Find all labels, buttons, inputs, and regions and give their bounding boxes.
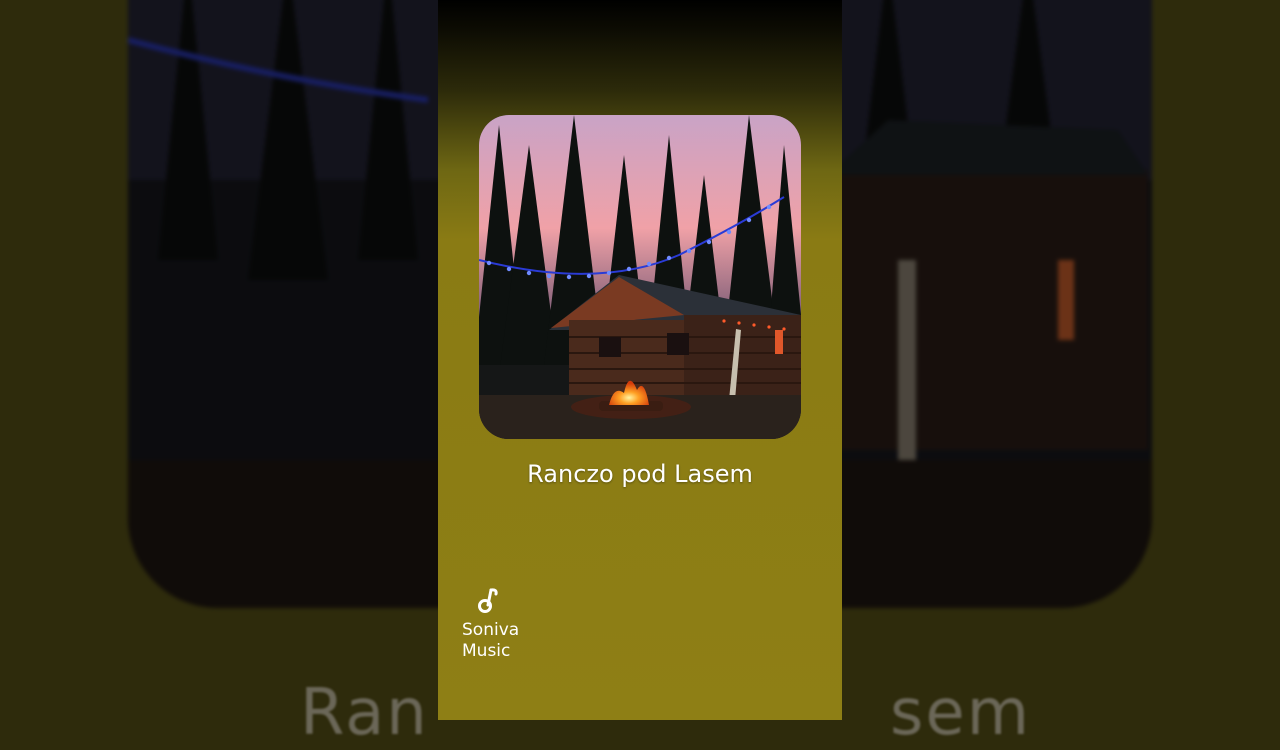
song-title: Ranczo pod Lasem xyxy=(527,460,753,488)
music-note-icon xyxy=(474,587,502,615)
background-title-right: sem xyxy=(890,676,1032,750)
brand-line-1: Soniva xyxy=(462,620,520,640)
brand-name: Soniva Music xyxy=(462,620,519,662)
album-artwork xyxy=(479,115,801,439)
brand-line-2: Music xyxy=(462,641,511,661)
cabin-scene xyxy=(479,115,801,439)
